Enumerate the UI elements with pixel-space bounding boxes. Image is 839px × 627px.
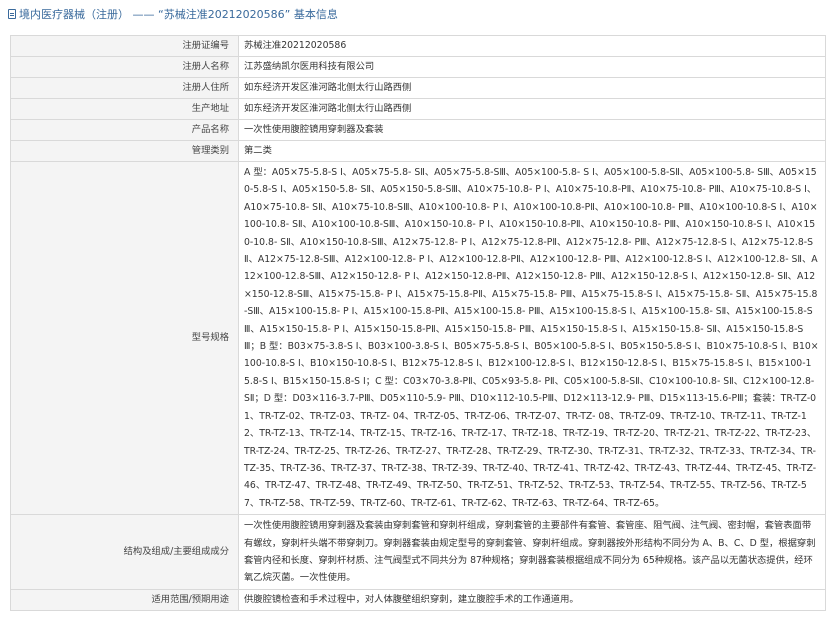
row-value: 苏械注准20212020586 bbox=[238, 35, 826, 57]
row-value: 江苏盛纳凯尔医用科技有限公司 bbox=[238, 56, 826, 78]
table-row: 结构及组成/主要组成成分 一次性使用腹腔镜用穿刺器及套装由穿刺套管和穿刺杆组成，… bbox=[10, 514, 826, 590]
row-label: 型号规格 bbox=[10, 160, 239, 516]
row-label: 适用范围/预期用途 bbox=[10, 588, 239, 611]
info-table: 注册证编号 苏械注准20212020586 注册人名称 江苏盛纳凯尔医用科技有限… bbox=[10, 35, 826, 611]
row-label: 管理类别 bbox=[10, 140, 239, 162]
table-row: 注册人住所 如东经济开发区淮河路北侧太行山路西侧 bbox=[10, 77, 826, 99]
row-label: 注册人住所 bbox=[10, 77, 239, 99]
page-title: 境内医疗器械（注册） —— “苏械注准20212020586” 基本信息 bbox=[19, 7, 338, 21]
table-row: 注册人名称 江苏盛纳凯尔医用科技有限公司 bbox=[10, 56, 826, 78]
row-label: 注册人名称 bbox=[10, 56, 239, 78]
row-label: 结构及组成/主要组成成分 bbox=[10, 514, 239, 590]
table-row: 管理类别 第二类 bbox=[10, 140, 826, 162]
row-value: 第二类 bbox=[238, 140, 826, 162]
row-value: 如东经济开发区淮河路北侧太行山路西侧 bbox=[238, 98, 826, 120]
table-row: 型号规格 A 型：A05×75-5.8-S Ⅰ、A05×75-5.8- SⅡ、A… bbox=[10, 160, 826, 516]
table-row: 产品名称 一次性使用腹腔镜用穿刺器及套装 bbox=[10, 119, 826, 141]
row-value: A 型：A05×75-5.8-S Ⅰ、A05×75-5.8- SⅡ、A05×75… bbox=[238, 160, 826, 516]
table-row: 注册证编号 苏械注准20212020586 bbox=[10, 35, 826, 57]
row-value: 一次性使用腹腔镜用穿刺器及套装由穿刺套管和穿刺杆组成，穿刺套管的主要部件有套管、… bbox=[238, 514, 826, 590]
row-label: 产品名称 bbox=[10, 119, 239, 141]
row-label: 注册证编号 bbox=[10, 35, 239, 57]
table-row: 生产地址 如东经济开发区淮河路北侧太行山路西侧 bbox=[10, 98, 826, 120]
row-value: 如东经济开发区淮河路北侧太行山路西侧 bbox=[238, 77, 826, 99]
document-icon bbox=[8, 8, 16, 19]
row-value: 供腹腔镜检查和手术过程中，对人体腹壁组织穿刺，建立腹腔手术的工作通道用。 bbox=[238, 588, 826, 611]
row-value: 一次性使用腹腔镜用穿刺器及套装 bbox=[238, 119, 826, 141]
table-row: 适用范围/预期用途 供腹腔镜检查和手术过程中，对人体腹壁组织穿刺，建立腹腔手术的… bbox=[10, 588, 826, 611]
page-header: 境内医疗器械（注册） —— “苏械注准20212020586” 基本信息 bbox=[0, 0, 839, 27]
row-label: 生产地址 bbox=[10, 98, 239, 120]
